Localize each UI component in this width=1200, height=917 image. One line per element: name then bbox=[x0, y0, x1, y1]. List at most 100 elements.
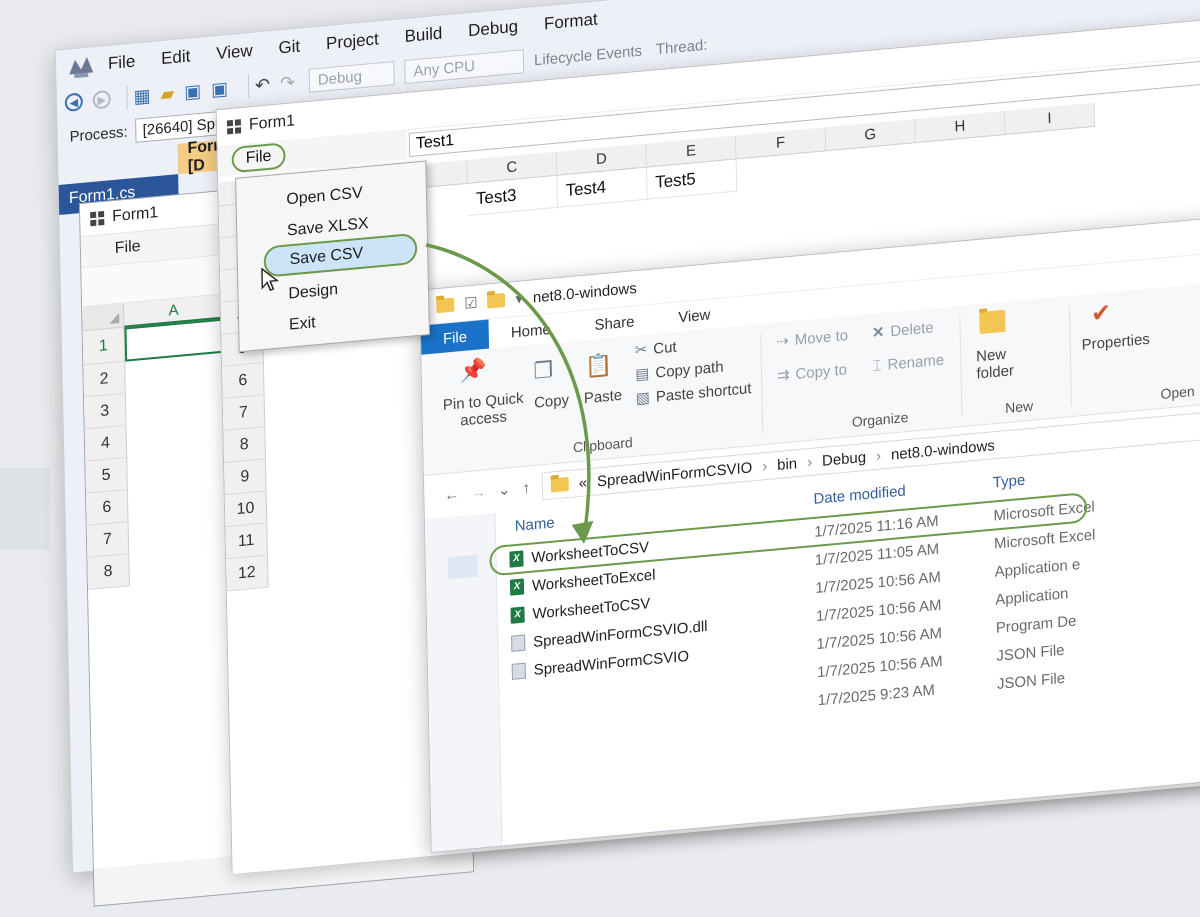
path-segment[interactable]: Debug bbox=[822, 448, 866, 469]
forward-icon[interactable]: ▶ bbox=[92, 89, 111, 110]
ribbon-divider bbox=[959, 315, 963, 417]
screenshot-stage: File Edit View Git Project Build Debug F… bbox=[0, 0, 1200, 907]
cell-d1[interactable]: Test4 bbox=[557, 167, 648, 208]
row-header[interactable]: 8 bbox=[223, 427, 266, 464]
up-arrow-icon[interactable]: ↑ bbox=[522, 479, 530, 497]
column-type[interactable]: Type bbox=[992, 465, 1026, 498]
cut-button[interactable]: ✂ Cut bbox=[634, 338, 677, 360]
paste-shortcut-label: Paste shortcut bbox=[655, 379, 752, 406]
cell-e1[interactable]: Test5 bbox=[646, 159, 738, 200]
column-header-f[interactable]: F bbox=[736, 127, 827, 160]
vs-menu-file[interactable]: File bbox=[108, 51, 136, 74]
file-type: JSON File bbox=[996, 669, 1066, 693]
redo-icon[interactable]: ↷ bbox=[280, 72, 295, 94]
excel-icon: X bbox=[509, 550, 524, 568]
path-segment[interactable]: bin bbox=[777, 455, 797, 474]
copy-to-icon: ⇉ bbox=[776, 366, 790, 385]
forward-arrow-icon[interactable]: → bbox=[471, 483, 486, 501]
row-header[interactable]: 1 bbox=[82, 327, 126, 366]
clipboard-group-label: Clipboard bbox=[572, 433, 633, 456]
toolbar-separator bbox=[247, 74, 250, 99]
row-header[interactable]: 6 bbox=[86, 489, 129, 526]
vs-menu-build[interactable]: Build bbox=[404, 24, 442, 47]
quick-access-star-icon[interactable] bbox=[447, 554, 478, 580]
paste-shortcut-icon: ▧ bbox=[635, 389, 651, 408]
row-header[interactable]: 2 bbox=[83, 361, 126, 398]
copy-to-button[interactable]: ⇉ Copy to bbox=[776, 360, 847, 385]
explorer-title: net8.0-windows bbox=[532, 279, 637, 306]
row-header[interactable]: 7 bbox=[222, 395, 266, 432]
dll-icon bbox=[511, 662, 526, 680]
properties-icon: ✔ bbox=[1090, 299, 1112, 328]
pin-to-quick-access-button[interactable]: Pin to Quick access bbox=[438, 389, 528, 431]
vs-menu-debug[interactable]: Debug bbox=[468, 17, 518, 42]
rename-icon: ⌶ bbox=[872, 357, 882, 375]
path-separator-icon: › bbox=[875, 447, 882, 465]
copy-button[interactable]: Copy bbox=[534, 392, 569, 412]
save-icon[interactable]: ▣ bbox=[184, 80, 201, 103]
toolbar-file-icons: ▦ ▰ ▣ ▣ bbox=[133, 78, 228, 108]
back-icon[interactable]: ◀ bbox=[64, 92, 84, 113]
move-to-icon: ⇢ bbox=[776, 332, 790, 351]
form1-menu-file[interactable]: File bbox=[231, 142, 286, 174]
file-explorer-window: ☑ ▾ net8.0-windows File Home Share View … bbox=[419, 207, 1200, 853]
vs-menu-edit[interactable]: Edit bbox=[161, 46, 191, 69]
row-header[interactable]: 9 bbox=[224, 459, 267, 496]
copy-path-button[interactable]: ▤ Copy path bbox=[635, 357, 724, 384]
vs-menu-git[interactable]: Git bbox=[278, 36, 300, 58]
new-group-label: New bbox=[1005, 397, 1034, 417]
ribbon-divider bbox=[1068, 305, 1073, 407]
rename-button[interactable]: ⌶ Rename bbox=[872, 351, 944, 375]
path-segment[interactable]: SpreadWinFormCSVIO bbox=[597, 459, 753, 490]
row-header[interactable]: 6 bbox=[222, 363, 265, 399]
paste-button[interactable]: Paste bbox=[584, 387, 623, 408]
vs-menu-view[interactable]: View bbox=[216, 41, 253, 64]
open-group-label: Open bbox=[1160, 382, 1195, 402]
copy-icon: ❐ bbox=[533, 356, 554, 384]
dll-icon bbox=[511, 634, 526, 652]
path-segment[interactable]: net8.0-windows bbox=[891, 437, 995, 463]
delete-button[interactable]: ✕ Delete bbox=[872, 318, 934, 342]
new-project-icon[interactable]: ▦ bbox=[133, 85, 150, 108]
excel-icon: X bbox=[509, 578, 525, 596]
row-header[interactable]: 8 bbox=[87, 554, 130, 590]
save-all-icon[interactable]: ▣ bbox=[211, 78, 228, 101]
cell-c1[interactable]: Test3 bbox=[467, 175, 558, 216]
row-header[interactable]: 10 bbox=[224, 491, 268, 528]
open-folder-icon[interactable]: ▰ bbox=[160, 83, 174, 105]
scissors-icon: ✂ bbox=[634, 341, 648, 360]
chevron-down-icon[interactable]: ▾ bbox=[515, 289, 523, 308]
ribbon-divider bbox=[760, 333, 764, 435]
column-header-h[interactable]: H bbox=[915, 110, 1006, 144]
row-header[interactable]: 11 bbox=[225, 523, 268, 560]
row-header[interactable]: 5 bbox=[85, 457, 128, 494]
recent-chevron-icon[interactable]: ⌄ bbox=[498, 480, 511, 499]
designer-menu-file[interactable]: File bbox=[115, 238, 141, 258]
row-header[interactable]: 4 bbox=[84, 425, 128, 462]
form-icon bbox=[226, 119, 242, 135]
new-folder-button[interactable]: New folder bbox=[976, 344, 1027, 383]
paste-shortcut-button[interactable]: ▧ Paste shortcut bbox=[635, 379, 752, 408]
paste-icon: 📋 bbox=[584, 351, 613, 380]
form1-title: Form1 bbox=[248, 112, 296, 134]
back-arrow-icon[interactable]: ← bbox=[444, 485, 459, 503]
undo-icon[interactable]: ↶ bbox=[255, 74, 270, 96]
pin-icon[interactable]: 📌 bbox=[459, 357, 487, 386]
checklist-icon[interactable]: ☑ bbox=[464, 293, 478, 312]
row-header[interactable]: 3 bbox=[84, 393, 127, 430]
row-header[interactable]: 7 bbox=[86, 522, 130, 558]
vs-menu-project[interactable]: Project bbox=[326, 29, 379, 54]
configuration-combo[interactable]: Debug bbox=[308, 61, 395, 93]
new-folder-icon bbox=[979, 309, 1006, 335]
toolbar-undo-icons: ↶ ↷ bbox=[255, 72, 295, 97]
vs-menu-format[interactable]: Format bbox=[544, 9, 598, 34]
move-to-button[interactable]: ⇢ Move to bbox=[776, 326, 848, 351]
folder-icon bbox=[550, 476, 569, 493]
column-header-i[interactable]: I bbox=[1004, 102, 1096, 135]
column-header-g[interactable]: G bbox=[825, 119, 916, 152]
properties-button[interactable]: Properties bbox=[1082, 331, 1150, 354]
toolbar-separator bbox=[126, 85, 128, 110]
column-name[interactable]: Name bbox=[514, 507, 555, 541]
row-header[interactable]: 12 bbox=[226, 555, 269, 592]
lifecycle-events[interactable]: Lifecycle Events bbox=[534, 42, 642, 69]
